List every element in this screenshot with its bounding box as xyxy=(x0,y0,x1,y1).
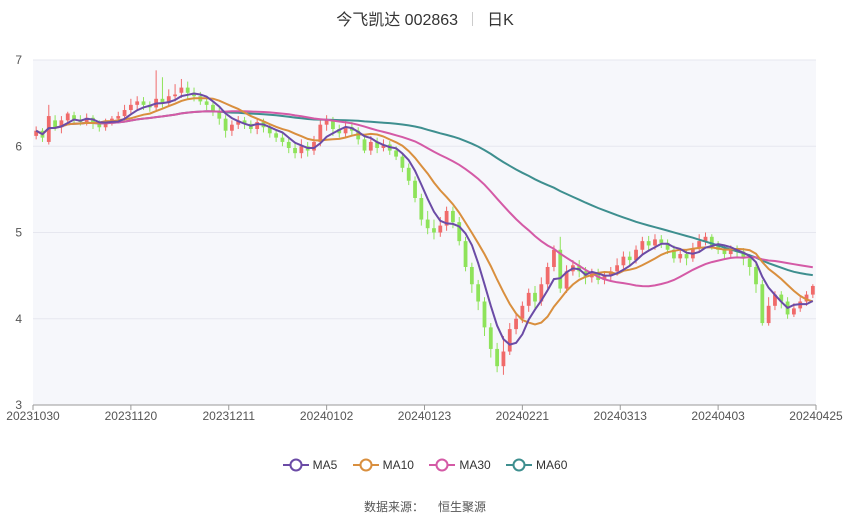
x-tick-label: 20240102 xyxy=(300,409,354,423)
ma60-legend-icon xyxy=(506,458,533,472)
candle-body xyxy=(65,113,70,121)
candle-body xyxy=(684,254,689,259)
x-tick-label: 20240425 xyxy=(789,409,843,423)
x-tick-label: 20231120 xyxy=(105,409,158,423)
candle-body xyxy=(179,87,184,93)
candle-body xyxy=(53,120,57,128)
candle-body xyxy=(432,228,436,233)
legend-item-ma10[interactable]: MA10 xyxy=(352,458,414,472)
candle-body xyxy=(646,241,651,246)
data-source: 数据来源： 恒生聚源 xyxy=(0,498,850,515)
candle-body xyxy=(488,327,493,349)
candle-body xyxy=(754,267,758,285)
y-tick-label: 4 xyxy=(15,312,22,326)
x-tick-label: 20240313 xyxy=(594,409,648,423)
candle-body xyxy=(678,254,683,259)
candle-body xyxy=(627,256,632,261)
candle-body xyxy=(394,150,398,157)
y-tick-label: 5 xyxy=(15,226,22,240)
candle-body xyxy=(324,120,329,125)
candle-body xyxy=(520,305,525,319)
candle-body xyxy=(400,156,405,168)
legend-label-ma5: MA5 xyxy=(312,458,338,472)
candle-body xyxy=(747,258,752,267)
candle-body xyxy=(653,239,657,246)
candle-body xyxy=(230,124,234,131)
legend-item-ma5[interactable]: MA5 xyxy=(282,458,338,472)
candle-body xyxy=(526,292,531,306)
candle-body xyxy=(810,285,815,295)
source-value: 恒生聚源 xyxy=(438,500,487,514)
candle-body xyxy=(368,141,373,151)
legend-item-ma60[interactable]: MA60 xyxy=(506,458,567,472)
legend-label-ma10: MA10 xyxy=(382,458,414,472)
x-tick-label: 20231211 xyxy=(203,409,256,423)
kline-chart[interactable]: 34567 20231030 20231120 20231211 20240102 20… xyxy=(0,0,850,450)
legend: MA5 MA10 MA30 MA60 xyxy=(0,458,850,472)
candle-body xyxy=(545,267,550,285)
source-label: 数据来源： xyxy=(363,500,424,514)
candle-body xyxy=(476,284,481,302)
legend-label-ma30: MA30 xyxy=(459,458,491,472)
candle xyxy=(463,236,468,272)
legend-label-ma60: MA60 xyxy=(536,458,568,472)
candle-body xyxy=(128,104,133,111)
x-tick-label: 20240123 xyxy=(398,409,452,423)
candle-body xyxy=(135,101,140,105)
x-tick-label: 20240403 xyxy=(691,409,745,423)
candle-body xyxy=(280,137,285,142)
candle-body xyxy=(204,101,209,105)
candle-body xyxy=(286,141,291,148)
candle-body xyxy=(507,329,512,352)
candle-body xyxy=(482,301,487,328)
y-axis: 34567 xyxy=(15,53,22,412)
candle-body xyxy=(122,110,127,117)
candle-body xyxy=(792,308,796,315)
y-tick-label: 6 xyxy=(15,139,22,153)
candle xyxy=(760,279,765,326)
candle-body xyxy=(293,147,297,154)
candle-body xyxy=(501,351,506,367)
ma5-legend-icon xyxy=(282,458,309,472)
candle-body xyxy=(533,292,537,302)
candle-body xyxy=(438,225,443,233)
legend-item-ma30[interactable]: MA30 xyxy=(429,458,491,472)
candle-body xyxy=(760,284,765,324)
x-tick-label: 20240221 xyxy=(496,409,550,423)
candle-body xyxy=(640,241,645,250)
ma10-legend-icon xyxy=(352,458,379,472)
candle-body xyxy=(413,180,417,198)
candle-body xyxy=(362,139,367,151)
candle-body xyxy=(766,305,771,324)
candle-body xyxy=(173,94,177,97)
y-tick-label: 7 xyxy=(15,53,22,67)
candle-body xyxy=(217,111,222,119)
candle-body xyxy=(659,239,664,243)
candle-body xyxy=(615,265,619,272)
candle-body xyxy=(141,101,146,105)
candle-body xyxy=(469,267,474,285)
candle-body xyxy=(451,210,455,223)
x-axis: 20231030 20231120 20231211 20240102 20240123… xyxy=(6,404,843,423)
candle-body xyxy=(185,87,190,93)
candle-body xyxy=(406,167,411,181)
candle-body xyxy=(116,116,121,119)
candle-body xyxy=(299,146,304,154)
candle-body xyxy=(425,219,430,229)
ma30-legend-icon xyxy=(429,458,456,472)
candle-body xyxy=(495,348,500,367)
candle-body xyxy=(463,241,468,267)
x-tick-label: 20231030 xyxy=(6,409,60,423)
candle-body xyxy=(419,198,424,220)
candle-body xyxy=(514,318,518,330)
candle-body xyxy=(621,256,626,266)
candle-body xyxy=(552,249,556,267)
candle-body xyxy=(223,118,228,131)
candle-body xyxy=(274,133,279,138)
